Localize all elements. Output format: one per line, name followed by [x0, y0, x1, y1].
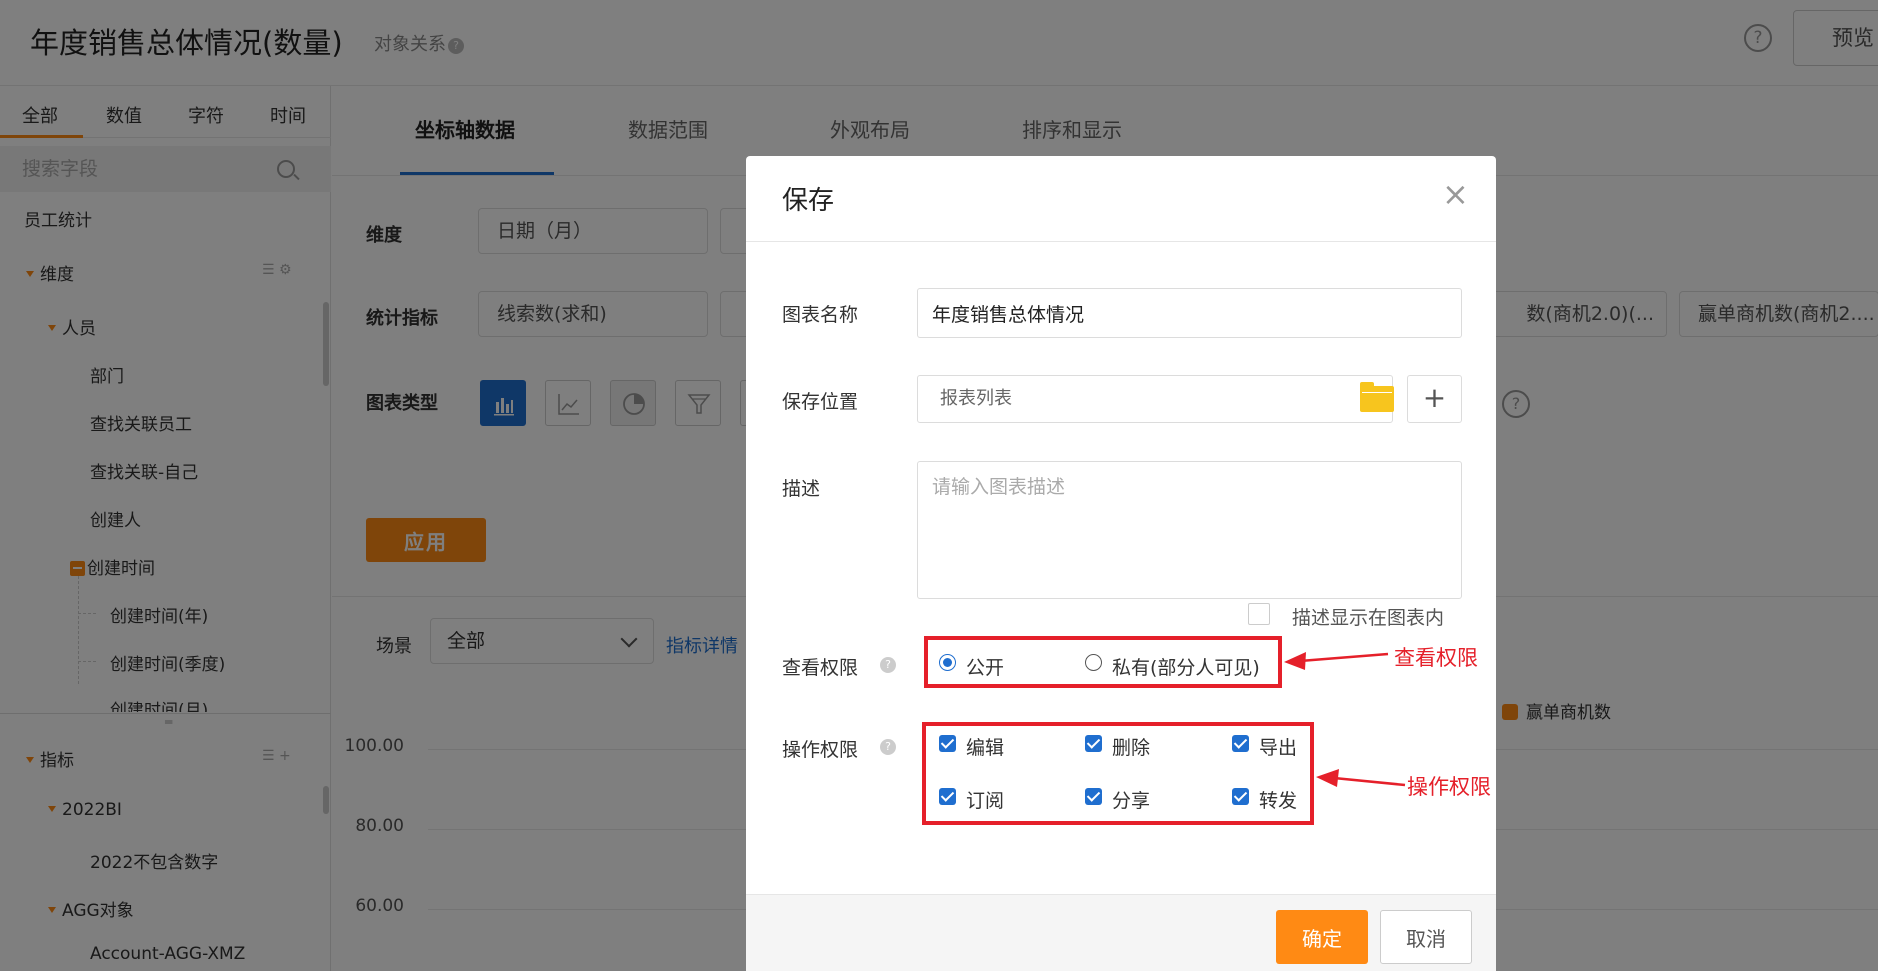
forward-checkbox[interactable]: [1232, 788, 1249, 805]
subscribe-checkbox-label: 订阅: [966, 790, 1005, 812]
save-dialog: 保存 × 图表名称 保存位置 报表列表 + 描述 描述显示在图表内 查看权限 ?…: [746, 156, 1496, 971]
export-checkbox-label: 导出: [1259, 737, 1298, 759]
cancel-button[interactable]: 取消: [1380, 910, 1472, 964]
delete-checkbox[interactable]: [1085, 735, 1102, 752]
export-checkbox[interactable]: [1232, 735, 1249, 752]
save-location-label: 保存位置: [782, 391, 859, 413]
private-radio-label: 私有(部分人可见): [1112, 657, 1260, 679]
public-radio-label: 公开: [966, 657, 1005, 679]
edit-checkbox-label: 编辑: [966, 737, 1005, 759]
description-label: 描述: [782, 478, 821, 500]
show-description-label: 描述显示在图表内: [1292, 607, 1445, 629]
operation-permission-label: 操作权限: [782, 739, 859, 761]
dialog-footer: 确定 取消: [746, 894, 1496, 971]
edit-checkbox[interactable]: [939, 735, 956, 752]
delete-checkbox-label: 删除: [1112, 737, 1151, 759]
view-permission-label: 查看权限: [782, 657, 859, 679]
save-location-input[interactable]: 报表列表: [917, 375, 1393, 423]
dialog-header: 保存 ×: [746, 156, 1496, 242]
share-checkbox-label: 分享: [1112, 790, 1151, 812]
view-permission-help-icon[interactable]: ?: [880, 657, 896, 673]
share-checkbox[interactable]: [1085, 788, 1102, 805]
public-radio[interactable]: [939, 654, 956, 671]
folder-icon[interactable]: [1360, 382, 1394, 412]
show-description-checkbox[interactable]: [1248, 603, 1270, 625]
subscribe-checkbox[interactable]: [939, 788, 956, 805]
view-permission-callout: 查看权限: [1394, 646, 1478, 670]
private-radio[interactable]: [1085, 654, 1102, 671]
confirm-button[interactable]: 确定: [1276, 910, 1368, 964]
operation-permission-help-icon[interactable]: ?: [880, 739, 896, 755]
description-textarea[interactable]: [917, 461, 1462, 599]
chart-name-input[interactable]: [917, 288, 1462, 338]
add-location-button[interactable]: +: [1407, 375, 1462, 423]
forward-checkbox-label: 转发: [1259, 790, 1298, 812]
chart-name-label: 图表名称: [782, 304, 859, 326]
app: 年度销售总体情况(数量) 对象关系? ? 预览 全部 数值 字符 时间 员工统计…: [0, 0, 1878, 971]
close-icon[interactable]: ×: [1442, 178, 1469, 210]
operation-permission-callout: 操作权限: [1407, 775, 1491, 799]
dialog-title: 保存: [782, 186, 835, 216]
